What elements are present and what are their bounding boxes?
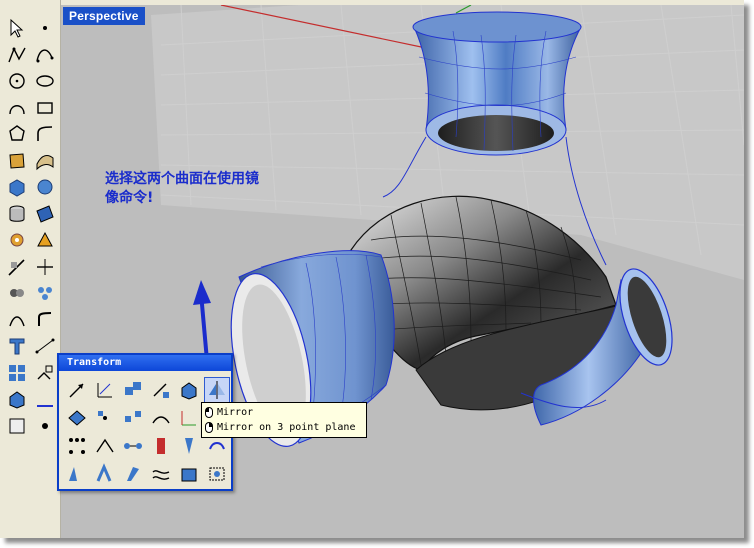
scale-icon[interactable] [92,377,118,403]
annotation-line-2: 像命令! [105,190,154,206]
boolean-gear-icon[interactable] [4,227,30,253]
transform-icon[interactable] [32,360,58,386]
split-surface-icon[interactable] [32,227,58,253]
layer-icon[interactable] [4,413,30,439]
dimension-icon[interactable] [32,333,58,359]
array-grid-icon[interactable] [64,433,90,459]
point-icon[interactable] [32,15,58,41]
cage-icon[interactable] [176,461,202,487]
copy-icon[interactable] [120,377,146,403]
rectangle-icon[interactable] [32,95,58,121]
ellipse-icon[interactable] [32,68,58,94]
polyline-icon[interactable] [4,42,30,68]
surface-loft-icon[interactable] [32,148,58,174]
move-icon[interactable] [64,377,90,403]
mirror-icon[interactable] [204,377,230,403]
flow-along-icon[interactable] [64,461,90,487]
left-toolbar [0,0,61,538]
annotation-text: 选择这两个曲面在使用镜 像命令! [105,170,325,208]
explode-icon[interactable] [32,254,58,280]
right-mouse-icon [205,422,213,433]
group-icon[interactable] [32,280,58,306]
offset-icon[interactable] [4,307,30,333]
align-icon[interactable] [64,405,90,431]
sphere-icon[interactable] [32,174,58,200]
project-icon[interactable] [92,461,118,487]
pointer-arrow-icon[interactable] [4,15,30,41]
left-mouse-icon [205,407,213,418]
tooltip-row-mirror: Mirror [205,405,363,420]
arc-icon[interactable] [4,95,30,121]
snap-icon[interactable] [32,413,58,439]
mesh-icon[interactable] [4,386,30,412]
surface-patch-icon[interactable] [32,201,58,227]
fillet-curve-icon[interactable] [32,121,58,147]
flow-icon[interactable] [92,433,118,459]
box-3d-icon[interactable] [176,377,202,403]
fillet-edge-icon[interactable] [32,307,58,333]
circle-icon[interactable] [4,68,30,94]
shear-icon[interactable] [176,433,202,459]
trim-icon[interactable] [4,254,30,280]
join-icon[interactable] [4,280,30,306]
top-surface[interactable] [412,11,582,156]
curve-point-icon[interactable] [32,42,58,68]
surface-corner-icon[interactable] [4,148,30,174]
application-window: Perspective 选择这两个曲面在使用镜 像命令! Transform M… [0,0,744,538]
orient-icon[interactable] [120,405,146,431]
rotate-icon[interactable] [148,377,174,403]
tooltip-row-mirror-3pt: Mirror on 3 point plane [205,420,363,435]
stretch-icon[interactable] [148,433,174,459]
cylinder-icon[interactable] [4,201,30,227]
transform-panel-titlebar[interactable]: Transform [59,355,231,371]
array-icon[interactable] [4,360,30,386]
tooltip-mirror-label: Mirror [217,407,254,418]
bend-icon[interactable] [148,405,174,431]
box-solid-icon[interactable] [4,174,30,200]
array-polar-icon[interactable] [92,405,118,431]
wave-icon[interactable] [148,461,174,487]
mirror-tooltip: Mirror Mirror on 3 point plane [201,402,367,438]
splop-icon[interactable] [120,461,146,487]
tooltip-mirror-3pt-label: Mirror on 3 point plane [217,422,356,433]
polygon-icon[interactable] [4,121,30,147]
text-icon[interactable] [4,333,30,359]
taper-icon[interactable] [120,433,146,459]
render-icon[interactable] [32,386,58,412]
deform-icon[interactable] [204,461,230,487]
viewport-title[interactable]: Perspective [63,7,145,25]
mirror-plane-icon[interactable] [176,405,202,431]
annotation-line-1: 选择这两个曲面在使用镜 [105,171,259,187]
